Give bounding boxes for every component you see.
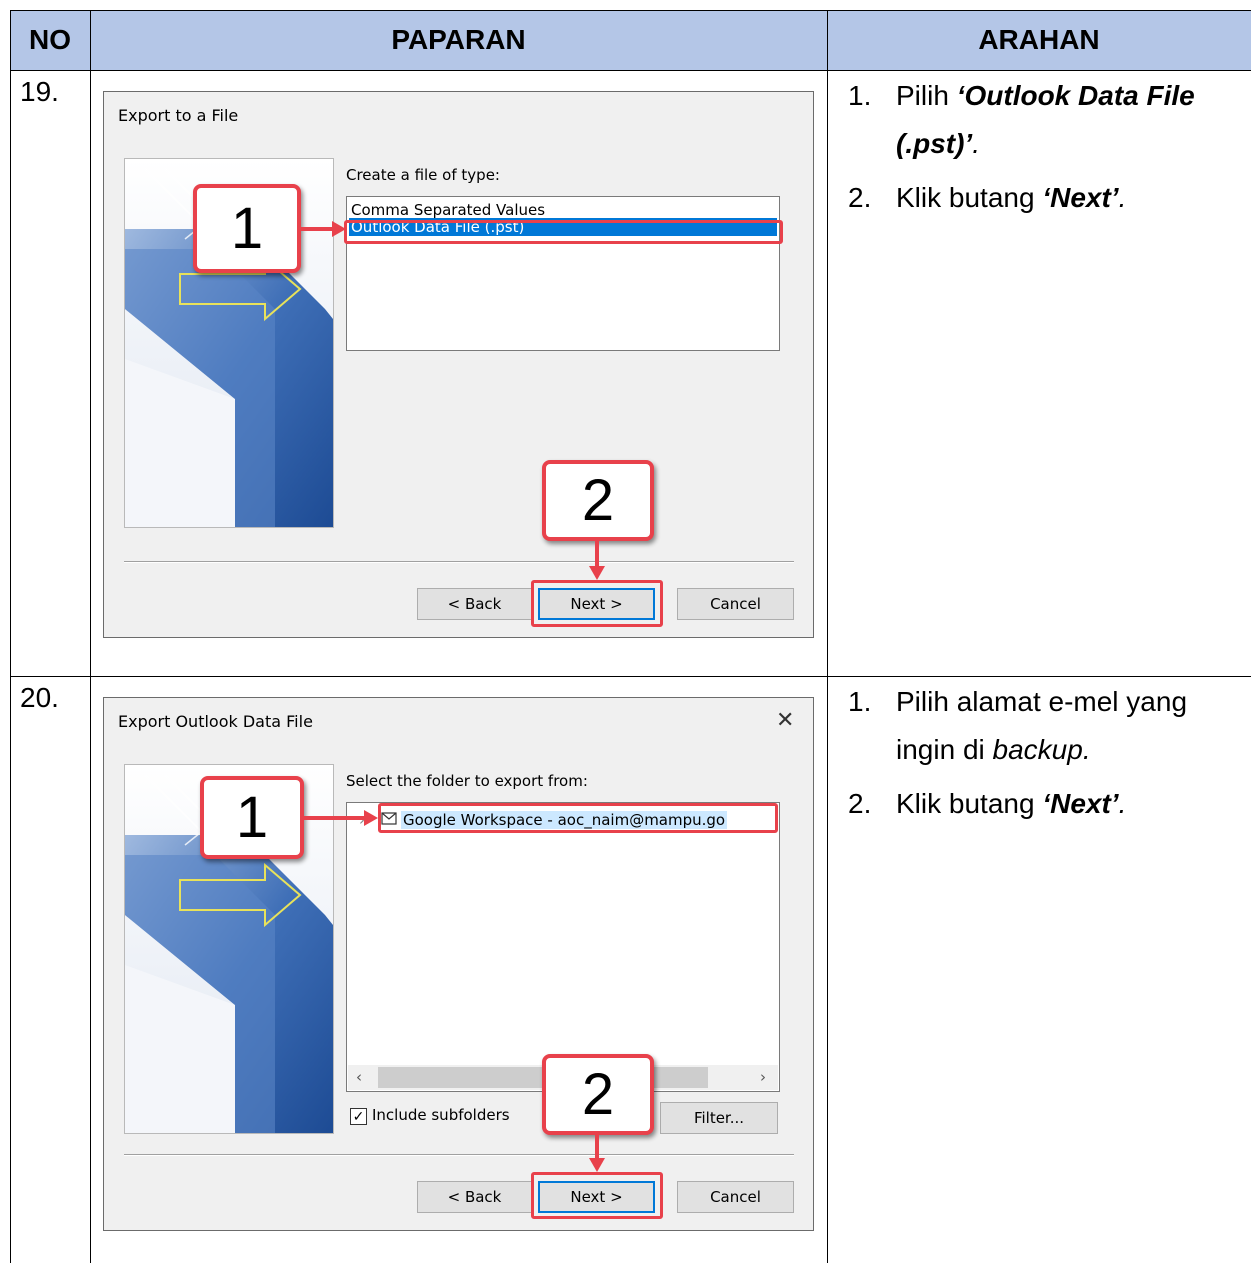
- instruction-number: 1.: [848, 686, 872, 717]
- instruction-item: 2. Klik butang ‘Next’.: [848, 780, 1243, 828]
- instruction-text-end: .: [1118, 788, 1127, 819]
- instructions-list: 1. Pilih alamat e-mel yang ingin di back…: [848, 678, 1243, 828]
- instruction-text-end: .: [1082, 734, 1091, 765]
- instruction-text: Pilih alamat e-mel yang ingin di backup.: [896, 678, 1243, 774]
- instruction-text: Klik butang ‘Next’.: [896, 780, 1243, 828]
- instruction-text-emphasis: backup: [992, 734, 1083, 765]
- instruction-text-emphasis: ‘Next’: [1042, 788, 1119, 819]
- instruction-number: 2.: [848, 788, 872, 819]
- instruction-item: 1. Pilih alamat e-mel yang ingin di back…: [848, 678, 1243, 774]
- instruction-text-plain: Klik butang: [896, 788, 1043, 819]
- annotation-arrows: [304, 810, 605, 1172]
